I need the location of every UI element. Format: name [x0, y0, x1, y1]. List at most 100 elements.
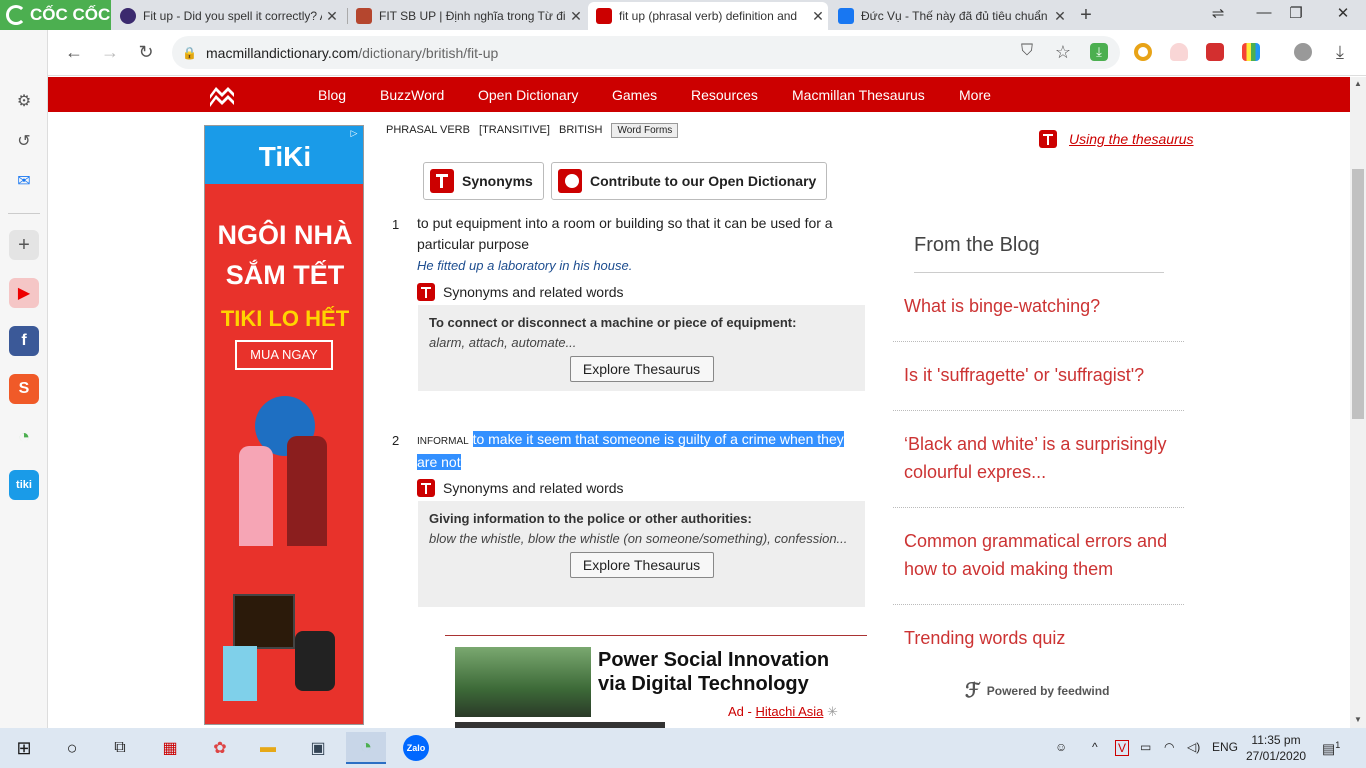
back-button[interactable]: ← — [62, 42, 86, 63]
page-scrollbar[interactable]: ▲ ▼ — [1350, 77, 1366, 728]
scroll-up-icon[interactable]: ▲ — [1354, 79, 1362, 88]
thesaurus-box: To connect or disconnect a machine or pi… — [418, 305, 865, 391]
adchoices-icon[interactable]: ▷ — [347, 128, 361, 142]
nav-resources[interactable]: Resources — [691, 87, 758, 103]
tab-fit-up-spell[interactable]: Fit up - Did you spell it correctly? A ✕ — [112, 2, 342, 30]
coccoc-taskbar-icon[interactable]: ◔ — [346, 732, 386, 764]
feedwind-credit[interactable]: ℱ Powered by feedwind — [965, 678, 1109, 703]
synonyms-related-link[interactable]: Synonyms and related words — [417, 282, 624, 302]
blog-item[interactable]: ‘Black and white’ is a surprisingly colo… — [904, 430, 1174, 486]
coccoc-icon[interactable]: ◔ — [9, 422, 39, 452]
browser-brand[interactable]: CỐC CỐC — [0, 0, 111, 30]
tab-close-icon[interactable]: ✕ — [566, 8, 586, 25]
extension-colors-icon[interactable] — [1242, 43, 1260, 61]
macmillan-logo-icon[interactable] — [208, 83, 236, 107]
forward-button[interactable]: → — [98, 42, 122, 63]
synonyms-label: Synonyms — [462, 173, 533, 189]
task-view-icon[interactable]: ⧉ — [100, 732, 140, 764]
ad-line-3: TIKI LO HẾT — [220, 306, 350, 331]
blog-separator — [893, 507, 1184, 508]
close-window-button[interactable]: ✕ — [1328, 4, 1358, 22]
explore-thesaurus-button[interactable]: Explore Thesaurus — [569, 552, 714, 578]
blog-item[interactable]: Common grammatical errors and how to avo… — [904, 527, 1184, 583]
maximize-button[interactable]: ❐ — [1281, 4, 1311, 22]
nav-open-dictionary[interactable]: Open Dictionary — [478, 87, 578, 103]
tab-close-icon[interactable]: ✕ — [808, 8, 828, 25]
sense-definition-selected: INFORMAL to make it seem that someone is… — [417, 429, 857, 473]
reload-button[interactable]: ↻ — [134, 42, 158, 63]
clock[interactable]: 11:35 pm 27/01/2020 — [1246, 732, 1306, 764]
facebook-icon[interactable]: f — [9, 326, 39, 356]
tab-fit-up-definition[interactable]: fit up (phrasal verb) definition and ✕ — [588, 2, 828, 30]
ad-advertiser-link[interactable]: Hitachi Asia — [755, 704, 823, 719]
synonyms-related-link[interactable]: Synonyms and related words — [417, 478, 624, 498]
input-language[interactable]: ENG — [1212, 740, 1238, 754]
settings-icon[interactable]: ⚙ — [9, 86, 39, 116]
synonyms-button[interactable]: Synonyms — [423, 162, 544, 200]
messenger-icon[interactable]: ✉ — [9, 166, 39, 196]
ad-title[interactable]: Power Social Innovation via Digital Tech… — [598, 648, 858, 696]
sense-definition: to put equipment into a room or building… — [417, 215, 833, 252]
blog-item[interactable]: Trending words quiz — [904, 624, 1184, 652]
contribute-button[interactable]: Contribute to our Open Dictionary — [551, 162, 828, 200]
tab-list-icon[interactable]: ⇌ — [1203, 4, 1233, 22]
explore-thesaurus-button[interactable]: Explore Thesaurus — [569, 356, 714, 382]
battery-icon[interactable]: ▭ — [1140, 740, 1151, 754]
part-of-speech: PHRASAL VERB — [386, 124, 470, 136]
shield-icon[interactable]: ⛉ — [1015, 42, 1039, 60]
nav-blog[interactable]: Blog — [318, 87, 346, 103]
scrollbar-thumb[interactable] — [1352, 169, 1364, 419]
new-tab-button[interactable]: + — [1075, 4, 1097, 27]
search-icon[interactable]: ○ — [52, 732, 92, 764]
ad-couple-illustration — [225, 396, 345, 546]
using-thesaurus-link[interactable]: Using the thesaurus — [1039, 130, 1194, 148]
shopee-icon[interactable]: S — [9, 374, 39, 404]
file-explorer-icon[interactable]: ▬ — [248, 732, 288, 764]
minimize-button[interactable]: — — [1249, 4, 1279, 21]
tiki-icon[interactable]: tiki — [9, 470, 39, 500]
volume-icon[interactable]: ◁) — [1187, 740, 1200, 754]
nav-games[interactable]: Games — [612, 87, 657, 103]
tab-close-icon[interactable]: ✕ — [322, 8, 342, 25]
brand-label: CỐC CỐC — [30, 5, 111, 24]
bookmark-star-icon[interactable]: ☆ — [1051, 42, 1075, 63]
nav-macmillan-thesaurus[interactable]: Macmillan Thesaurus — [792, 87, 925, 103]
lock-icon[interactable]: 🔒 — [182, 46, 197, 60]
extension-red-icon[interactable] — [1206, 43, 1224, 61]
download-extension-icon[interactable]: ⤓ — [1090, 43, 1108, 61]
zalo-taskbar-icon[interactable]: Zalo — [396, 732, 436, 764]
tab-fit-sb-up[interactable]: FIT SB UP | Định nghĩa trong Từ điể ✕ — [348, 2, 586, 30]
clock-time: 11:35 pm — [1251, 733, 1301, 747]
profile-avatar[interactable] — [1294, 43, 1312, 61]
ad-buy-now-button[interactable]: MUA NGAY — [235, 340, 333, 370]
notifications-icon[interactable]: ▤1 — [1322, 740, 1340, 758]
blog-item[interactable]: What is binge-watching? — [904, 292, 1184, 320]
ad-thumbnail[interactable] — [455, 647, 591, 717]
extension-chrome-icon[interactable] — [1134, 43, 1152, 61]
side-panel: ⚙ ↺ ✉ + ▶ f S ◔ tiki — [0, 30, 48, 728]
tab-facebook-post[interactable]: Đức Vụ - Thế này đã đủ tiêu chuẩn ✕ — [830, 2, 1070, 30]
youtube-icon[interactable]: ▶ — [9, 278, 39, 308]
app-grid-icon[interactable]: ▦ — [150, 732, 190, 764]
tray-vcard-icon[interactable]: V — [1115, 740, 1130, 756]
add-icon[interactable]: + — [9, 230, 39, 260]
selected-text[interactable]: to make it seem that someone is guilty o… — [417, 431, 844, 470]
start-windows-icon[interactable]: ⊞ — [4, 732, 44, 764]
tab-close-icon[interactable]: ✕ — [1050, 8, 1070, 25]
show-hidden-icons[interactable]: ^ — [1092, 740, 1098, 754]
blog-heading-rule — [914, 272, 1164, 273]
word-forms-button[interactable]: Word Forms — [611, 123, 679, 138]
extension-shield-icon[interactable] — [1170, 43, 1188, 61]
wifi-icon[interactable]: ◠ — [1164, 740, 1174, 754]
downloads-icon[interactable]: ⤓ — [1328, 42, 1352, 63]
people-icon[interactable]: ☺ — [1055, 740, 1067, 754]
app-paint-icon[interactable]: ✿ — [200, 732, 240, 764]
left-banner-ad[interactable]: TiKi ▷ NGÔI NHÀ SẮM TẾT TIKI LO HẾT MUA … — [204, 125, 364, 725]
history-icon[interactable]: ↺ — [9, 126, 39, 156]
nav-more[interactable]: More — [959, 87, 991, 103]
address-bar[interactable]: 🔒 macmillandictionary.com/dictionary/bri… — [172, 36, 1120, 69]
nav-buzzword[interactable]: BuzzWord — [380, 87, 444, 103]
scroll-down-icon[interactable]: ▼ — [1354, 715, 1362, 724]
app-icon[interactable]: ▣ — [298, 732, 338, 764]
blog-item[interactable]: Is it 'suffragette' or 'suffragist'? — [904, 361, 1184, 389]
